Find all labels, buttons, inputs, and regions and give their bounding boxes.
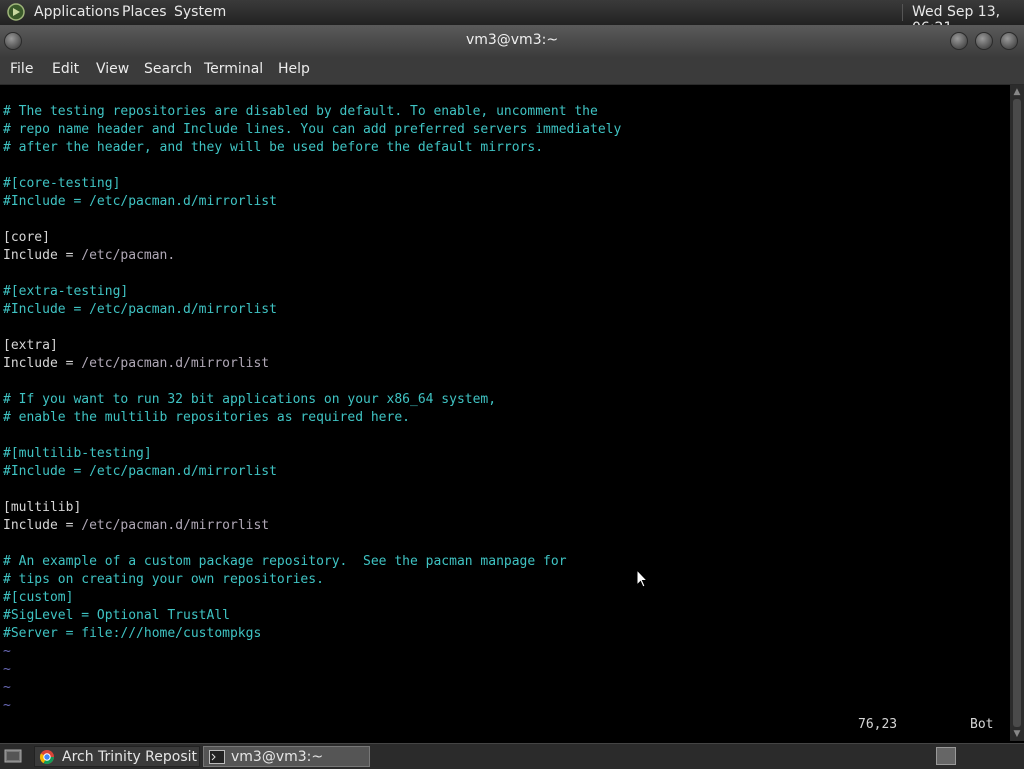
terminal-view[interactable]: 76,23 Bot # The testing repositories are…: [0, 85, 1010, 741]
top-panel: Applications Places System Wed Sep 13, 0…: [0, 0, 1024, 36]
terminal-text: ~: [3, 680, 11, 695]
terminal-line: #[extra-testing]: [3, 283, 128, 301]
terminal-text: # If you want to run 32 bit applications…: [3, 392, 497, 407]
menu-view[interactable]: View: [96, 61, 129, 77]
terminal-text: #[core-testing]: [3, 176, 121, 191]
terminal-line: # An example of a custom package reposit…: [3, 553, 567, 571]
scrollbar-thumb[interactable]: [1013, 99, 1021, 727]
scroll-down-icon[interactable]: ▼: [1012, 729, 1022, 739]
terminal-line: #[core-testing]: [3, 175, 120, 193]
scrollbar[interactable]: ▲ ▼: [1010, 85, 1024, 741]
terminal-line: #SigLevel = Optional TrustAll: [3, 607, 230, 625]
terminal-text: #Include = /etc/pacman.d/mirrorlist: [3, 302, 277, 317]
terminal-line: # tips on creating your own repositories…: [3, 571, 324, 589]
show-desktop-icon[interactable]: [4, 748, 22, 764]
terminal-menubar: File Edit View Search Terminal Help: [0, 57, 1024, 85]
chrome-icon: [39, 750, 54, 764]
menu-file[interactable]: File: [10, 61, 33, 77]
maximize-button[interactable]: [975, 32, 993, 50]
window-title: vm3@vm3:~: [465, 32, 559, 48]
terminal-line: #[custom]: [3, 589, 73, 607]
mouse-pointer-icon: [636, 569, 648, 588]
task-browser-label: Arch Trinity Reposit...: [62, 749, 198, 765]
terminal-line: #Include = /etc/pacman.d/mirrorlist: [3, 463, 277, 481]
terminal-line: [extra]: [3, 337, 58, 355]
terminal-text: #[custom]: [3, 590, 74, 605]
task-terminal[interactable]: vm3@vm3:~: [203, 746, 370, 767]
taskbar: Arch Trinity Reposit... vm3@vm3:~: [0, 743, 1024, 769]
terminal-line: ~: [3, 697, 11, 715]
terminal-text: #[multilib-testing]: [3, 446, 152, 461]
terminal-text: # tips on creating your own repositories…: [3, 572, 324, 587]
terminal-text: # enable the multilib repositories as re…: [3, 410, 410, 425]
terminal-line: #[multilib-testing]: [3, 445, 152, 463]
terminal-text: [core]: [3, 230, 50, 245]
close-button[interactable]: [1000, 32, 1018, 50]
terminal-line: ~: [3, 643, 11, 661]
terminal-line: # after the header, and they will be use…: [3, 139, 543, 157]
terminal-text: ~: [3, 644, 11, 659]
places-menu[interactable]: Places: [122, 4, 167, 20]
terminal-text: /etc/pacman.d/mirrorlist: [81, 356, 270, 371]
terminal-line: #Include = /etc/pacman.d/mirrorlist: [3, 301, 277, 319]
terminal-icon: [209, 750, 225, 764]
terminal-line: # repo name header and Include lines. Yo…: [3, 121, 621, 139]
task-browser[interactable]: Arch Trinity Reposit...: [34, 746, 200, 767]
cursor-position: 76,23: [858, 717, 898, 732]
terminal-line: ~: [3, 679, 11, 697]
minimize-button[interactable]: [950, 32, 968, 50]
window-titlebar[interactable]: vm3@vm3:~: [0, 25, 1024, 57]
terminal-line: Include = /etc/pacman.d/mirrorlist: [3, 355, 269, 373]
terminal-text: # An example of a custom package reposit…: [3, 554, 567, 569]
terminal-text: Include =: [3, 248, 82, 263]
terminal-text: # The testing repositories are disabled …: [3, 104, 598, 119]
terminal-text: [extra]: [3, 338, 58, 353]
terminal-text: /etc/pacman.d/mirrorlist: [81, 518, 270, 533]
system-menu[interactable]: System: [174, 4, 226, 20]
terminal-line: ~: [3, 661, 11, 679]
menu-help[interactable]: Help: [278, 61, 310, 77]
terminal-text: #Server = file:///home/custompkgs: [3, 626, 262, 641]
terminal-text: ~: [3, 662, 11, 677]
menu-terminal[interactable]: Terminal: [204, 61, 263, 77]
menu-edit[interactable]: Edit: [52, 61, 79, 77]
terminal-text: # after the header, and they will be use…: [3, 140, 544, 155]
terminal-line: #Include = /etc/pacman.d/mirrorlist: [3, 193, 277, 211]
terminal-line: # If you want to run 32 bit applications…: [3, 391, 496, 409]
terminal-line: Include = /etc/pacman.d: [3, 247, 183, 265]
terminal-text: #[extra-testing]: [3, 284, 129, 299]
terminal-text: # repo name header and Include lines. Yo…: [3, 122, 622, 137]
trinity-logo-icon[interactable]: [6, 3, 26, 21]
tray-terminal-icon[interactable]: [936, 747, 956, 765]
terminal-text: ~: [3, 698, 11, 713]
terminal-text: /etc/pacman.: [81, 248, 176, 263]
terminal-line: [multilib]: [3, 499, 81, 517]
text-cursor: d: [175, 248, 184, 263]
terminal-text: #Include = /etc/pacman.d/mirrorlist: [3, 464, 277, 479]
terminal-text: [multilib]: [3, 500, 82, 515]
terminal-text: Include =: [3, 356, 82, 371]
applications-menu[interactable]: Applications: [34, 4, 120, 20]
terminal-text: Include =: [3, 518, 82, 533]
terminal-line: [core]: [3, 229, 50, 247]
terminal-text: #SigLevel = Optional TrustAll: [3, 608, 230, 623]
menu-search[interactable]: Search: [144, 61, 192, 77]
task-terminal-label: vm3@vm3:~: [231, 749, 324, 765]
scroll-up-icon[interactable]: ▲: [1012, 87, 1022, 97]
terminal-text: #Include = /etc/pacman.d/mirrorlist: [3, 194, 277, 209]
terminal-line: #Server = file:///home/custompkgs: [3, 625, 261, 643]
panel-separator: [902, 4, 903, 21]
terminal-line: # The testing repositories are disabled …: [3, 103, 598, 121]
scroll-indicator: Bot: [970, 717, 994, 732]
terminal-line: Include = /etc/pacman.d/mirrorlist: [3, 517, 269, 535]
terminal-line: # enable the multilib repositories as re…: [3, 409, 410, 427]
